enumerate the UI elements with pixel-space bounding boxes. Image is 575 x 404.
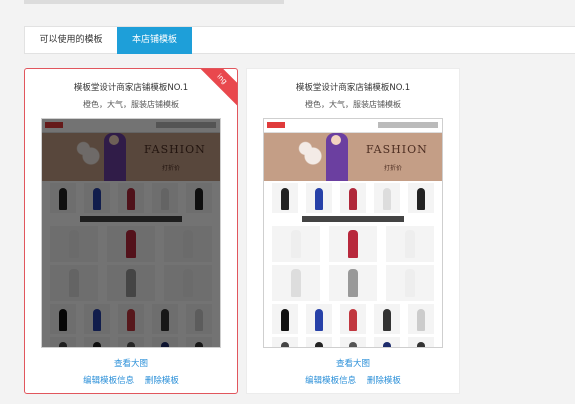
card-actions: 编辑模板信息 删除模板: [247, 374, 459, 386]
thumb-product-grid: [272, 183, 434, 347]
template-tabs: 可以使用的模板 本店铺模板: [24, 26, 575, 54]
template-subtitle: 橙色，大气，服装店铺模板: [305, 100, 401, 109]
edit-template-link[interactable]: 编辑模板信息: [305, 376, 356, 386]
thumb-banner-text: FASHION: [366, 143, 428, 156]
thumb-header: [264, 119, 442, 133]
template-subtitle: 橙色，大气，服装店铺模板: [83, 100, 179, 109]
template-card-selected[interactable]: ing 模板堂设计商家店铺模板NO.1 橙色，大气，服装店铺模板 FASHION…: [24, 68, 238, 394]
view-large-link[interactable]: 查看大图: [247, 357, 459, 369]
template-card[interactable]: 模板堂设计商家店铺模板NO.1 橙色，大气，服装店铺模板 FASHION 打折价…: [246, 68, 460, 394]
tab-store-templates[interactable]: 本店铺模板: [117, 27, 192, 54]
selected-overlay: [42, 119, 220, 347]
template-title: 模板堂设计商家店铺模板NO.1: [295, 83, 411, 93]
thumb-banner-sub: 打折价: [384, 165, 403, 172]
template-thumbnail[interactable]: FASHION 打折价: [263, 118, 443, 348]
tab-available-templates[interactable]: 可以使用的模板: [25, 27, 117, 54]
thumb-banner: [264, 133, 442, 181]
top-scroll-indicator: [24, 0, 284, 4]
edit-template-link[interactable]: 编辑模板信息: [83, 376, 134, 386]
template-title: 模板堂设计商家店铺模板NO.1: [73, 83, 189, 93]
template-thumbnail[interactable]: FASHION 打折价: [41, 118, 221, 348]
delete-template-link[interactable]: 删除模板: [145, 376, 179, 386]
view-large-link[interactable]: 查看大图: [25, 357, 237, 369]
delete-template-link[interactable]: 删除模板: [367, 376, 401, 386]
card-actions: 编辑模板信息 删除模板: [25, 374, 237, 386]
